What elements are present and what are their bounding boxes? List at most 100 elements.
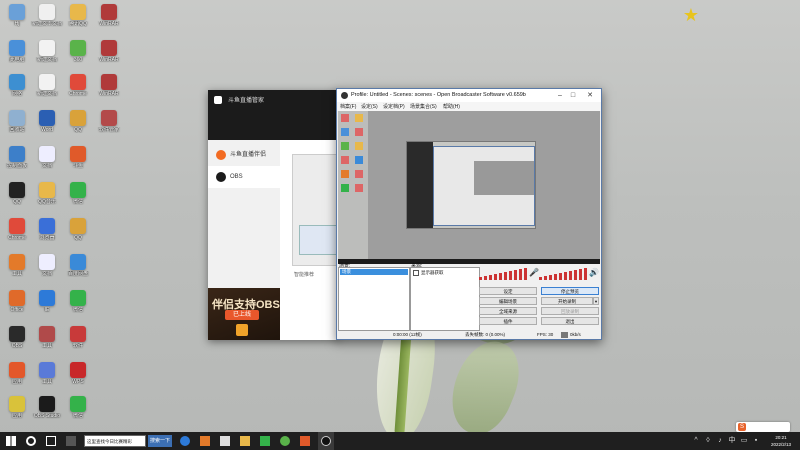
desktop-icon[interactable]: 工具 xyxy=(0,254,34,277)
app-icon xyxy=(200,436,210,446)
menu-settings[interactable]: 设定(S) xyxy=(361,103,378,110)
desktop-icon[interactable]: 控制面板 xyxy=(0,146,34,169)
source-visibility-checkbox[interactable] xyxy=(413,270,419,276)
desktop-volume-meter[interactable] xyxy=(539,267,589,280)
microphone-icon[interactable]: 🎤 xyxy=(529,268,539,278)
desktop-icon[interactable]: 工具 xyxy=(30,326,64,349)
desktop-icon[interactable]: 浏览器 xyxy=(30,218,64,241)
obs-titlebar[interactable]: Profile: Untitled - Scenes: scenes - Ope… xyxy=(337,89,601,102)
menu-help[interactable]: 帮助(H) xyxy=(443,103,460,110)
minimize-button[interactable]: – xyxy=(555,91,565,100)
desktop-icon[interactable]: IE xyxy=(30,290,64,313)
taskbar-app[interactable] xyxy=(278,432,292,450)
promo-banner[interactable]: 伴侣支持OBS 已上线 xyxy=(208,288,280,340)
taskbar-app[interactable] xyxy=(178,432,192,450)
desktop-icon[interactable]: 应用 xyxy=(0,362,34,385)
edit-scene-button[interactable]: 编辑场景 xyxy=(479,297,537,305)
desktop-icon[interactable]: 百度网盘 xyxy=(61,254,95,277)
global-sources-button[interactable]: 全域来源 xyxy=(479,307,537,315)
record-dropdown-button[interactable]: ▾ xyxy=(593,297,599,305)
taskbar-search-input[interactable]: 这里查找今日比赛精彩 xyxy=(84,435,146,447)
desktop-icon[interactable]: 新建文档 xyxy=(30,40,64,63)
taskbar-app[interactable] xyxy=(218,432,232,450)
desktop-icon[interactable]: QQ音乐 xyxy=(30,182,64,205)
desktop-icon[interactable]: Chrome xyxy=(61,74,95,97)
desktop-icon[interactable]: 腾讯QQ xyxy=(61,4,95,27)
network-icon[interactable]: ◊ xyxy=(704,436,712,446)
keyboard-icon[interactable]: ▭ xyxy=(740,436,748,446)
desktop-icon[interactable]: OBS xyxy=(0,326,34,349)
desktop-icon[interactable]: WinRAR xyxy=(92,4,126,27)
desktop-icon[interactable]: Hj xyxy=(0,4,34,27)
start-button[interactable] xyxy=(4,432,18,450)
record-replay-button[interactable]: 回放录制 xyxy=(541,307,599,315)
document-icon xyxy=(39,74,55,90)
scene-item[interactable]: 场景 xyxy=(340,269,408,275)
desktop-icon[interactable]: 软件 xyxy=(61,326,95,349)
desktop-icon[interactable]: QQ xyxy=(61,218,95,241)
desktop-icon[interactable]: 软件管家 xyxy=(92,110,126,133)
desktop-icon[interactable]: 微信 xyxy=(61,182,95,205)
sources-list[interactable]: 显示器获取 xyxy=(410,267,480,331)
douyu-nav-companion[interactable]: 斗鱼直播伴侣 xyxy=(208,144,280,166)
start-record-button[interactable]: 开始录制 xyxy=(541,297,593,305)
desktop-icon[interactable]: Office xyxy=(0,290,34,313)
taskbar-app-obs[interactable] xyxy=(318,432,334,450)
desktop-icon[interactable]: 微信 xyxy=(61,396,95,419)
taskbar-app[interactable] xyxy=(198,432,212,450)
speaker-icon[interactable]: 🔊 xyxy=(589,268,599,278)
desktop-icon[interactable]: WinRAR xyxy=(92,40,126,63)
stop-preview-button[interactable]: 停止预览 xyxy=(541,287,599,295)
ime-indicator-icon[interactable]: 中 xyxy=(728,436,736,446)
desktop-icon[interactable]: 斗鱼 xyxy=(61,146,95,169)
source-item[interactable]: 显示器获取 xyxy=(413,270,444,276)
document-icon xyxy=(39,4,55,20)
desktop-icon[interactable]: 新建文本文档 xyxy=(30,4,64,27)
desktop-icon[interactable]: WinRAR xyxy=(92,74,126,97)
desktop-icon[interactable]: QQ xyxy=(61,110,95,133)
tray-expand-icon[interactable]: ^ xyxy=(692,436,700,446)
desktop-icon[interactable]: Word xyxy=(30,110,64,133)
scenes-list[interactable]: 场景 xyxy=(338,267,410,331)
notification-icon[interactable]: ▪ xyxy=(752,436,760,446)
search-taskbar-button[interactable] xyxy=(24,432,38,450)
computer-icon xyxy=(9,40,25,56)
desktop-icon[interactable]: 文档 xyxy=(30,254,64,277)
mic-volume-meter[interactable] xyxy=(479,267,529,280)
menu-profiles[interactable]: 设定档(P) xyxy=(383,103,405,110)
taskbar-app[interactable] xyxy=(64,432,78,450)
taskbar-search-button[interactable]: 搜索一下 xyxy=(148,435,172,447)
taskbar-app[interactable] xyxy=(298,432,312,450)
task-view-button[interactable] xyxy=(44,432,58,450)
app-icon xyxy=(70,4,86,20)
maximize-button[interactable]: □ xyxy=(568,91,578,100)
settings-button[interactable]: 设定 xyxy=(479,287,537,295)
exit-button[interactable]: 退出 xyxy=(541,317,599,325)
plugins-button[interactable]: 插件 xyxy=(479,317,537,325)
taskbar-clock[interactable]: 20:21 2022/2/13 xyxy=(766,434,796,448)
desktop-icon[interactable]: 360 xyxy=(61,40,95,63)
desktop-icon[interactable]: 新建文档 xyxy=(30,74,64,97)
desktop-icon[interactable]: Chrome xyxy=(0,218,34,241)
volume-icon[interactable]: ♪ xyxy=(716,436,724,446)
douyu-nav-obs[interactable]: OBS xyxy=(208,166,280,188)
desktop-icon[interactable]: OBS Studio xyxy=(30,396,64,419)
desktop-icon[interactable]: 工具 xyxy=(30,362,64,385)
desktop-icon[interactable]: 文档 xyxy=(30,146,64,169)
ime-toolbar[interactable]: S xyxy=(736,422,790,432)
close-button[interactable]: ✕ xyxy=(585,91,595,100)
desktop-icon[interactable]: 微信 xyxy=(61,290,95,313)
desktop-icon[interactable]: 应用 xyxy=(0,396,34,419)
desktop-icon[interactable]: QQ xyxy=(0,182,34,205)
taskbar-app[interactable] xyxy=(258,432,272,450)
app-icon xyxy=(70,326,86,342)
obs-preview-canvas[interactable] xyxy=(338,111,600,259)
desktop-icon[interactable]: 此电脑 xyxy=(0,40,34,63)
desktop-icon[interactable]: 网络 xyxy=(0,74,34,97)
desktop-icon[interactable]: 回收站 xyxy=(0,110,34,133)
menu-file[interactable]: 档案(F) xyxy=(340,103,356,110)
smart-recommend-link[interactable]: 智能推荐 xyxy=(294,271,314,278)
desktop-icon[interactable]: WPS xyxy=(61,362,95,385)
menu-scene-collection[interactable]: 场景集合(S) xyxy=(410,103,437,110)
taskbar-app[interactable] xyxy=(238,432,252,450)
